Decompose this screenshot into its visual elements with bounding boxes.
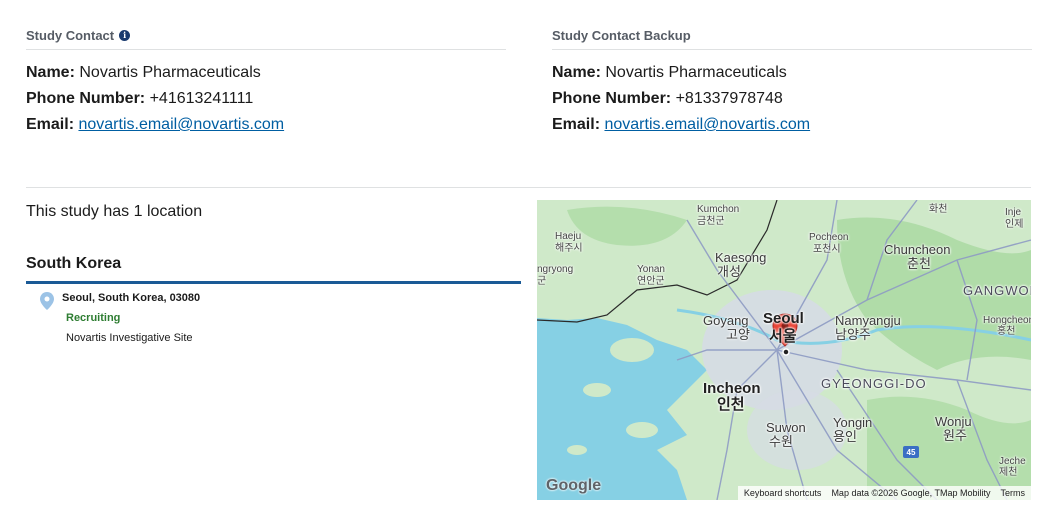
site-name: Novartis Investigative Site <box>66 332 193 344</box>
terms-link[interactable]: Terms <box>1001 488 1026 498</box>
map-label-kaesong: Kaesong <box>715 250 767 265</box>
map-label-incheon-ko: 인천 <box>717 396 745 413</box>
map-label-wonju-ko: 원주 <box>943 428 967 443</box>
name-label: Name: <box>552 64 601 81</box>
map-label-gangwon: GANGWON- <box>963 283 1031 298</box>
map-label-inje-ko: 인제 <box>1005 219 1024 230</box>
keyboard-shortcuts-button[interactable]: Keyboard shortcuts <box>744 488 822 498</box>
study-contact-heading: Study Contact i <box>26 28 506 50</box>
name-label: Name: <box>26 64 75 81</box>
contact-name-row: Name: Novartis Pharmaceuticals <box>26 60 506 86</box>
map-label-kaesong-ko: 개성 <box>717 264 741 279</box>
site-status-badge: Recruiting <box>66 312 121 324</box>
backup-email-row: Email: novartis.email@novartis.com <box>552 112 1032 138</box>
map-label-suwon: Suwon <box>766 420 806 435</box>
route-shield-icon: 45 <box>903 446 919 458</box>
map-label-incheon: Incheon <box>703 380 761 397</box>
map-label-hongcheon-ko: 홍천 <box>997 326 1016 337</box>
map-label-hwacheon-ko: 화천 <box>929 204 948 215</box>
map-label-pocheon-ko: 포천시 <box>813 244 841 255</box>
map-label-chuncheon: Chuncheon <box>884 242 951 257</box>
map-attribution-bar: Keyboard shortcuts Map data ©2026 Google… <box>737 486 1031 500</box>
map-label-gyeonggi: GYEONGGI-DO <box>821 376 927 391</box>
info-icon[interactable]: i <box>119 29 131 41</box>
map-label-seoul-ko: 서울 <box>769 328 797 345</box>
map-label-goyang: Goyang <box>703 313 749 328</box>
map-label-seoul: Seoul <box>763 310 804 327</box>
email-label: Email: <box>552 116 601 133</box>
email-label: Email: <box>26 116 75 133</box>
map-label-wonju: Wonju <box>935 414 972 429</box>
map-label-yongin-ko: 용인 <box>833 429 857 444</box>
contact-phone: +41613241111 <box>149 90 254 107</box>
study-contact-title: Study Contact <box>26 27 115 43</box>
location-map[interactable]: Kumchon 금천군 Haeju 해주시 Kaesong 개성 Pocheon… <box>537 200 1031 500</box>
country-heading: South Korea <box>26 255 521 284</box>
map-label-chuncheon-ko: 춘천 <box>907 256 931 271</box>
map-label-suwon-ko: 수원 <box>769 434 793 449</box>
study-contact-backup-title: Study Contact Backup <box>552 27 691 43</box>
backup-contact-email-link[interactable]: novartis.email@novartis.com <box>604 116 810 133</box>
site-address: Seoul, South Korea, 03080 <box>62 292 201 304</box>
phone-label: Phone Number: <box>26 90 146 107</box>
google-logo[interactable]: Google <box>546 477 601 495</box>
study-contact-backup-section: Study Contact Backup Name: Novartis Phar… <box>552 22 1032 138</box>
contact-email-link[interactable]: novartis.email@novartis.com <box>78 116 284 133</box>
study-contact-section: Study Contact i Name: Novartis Pharmaceu… <box>26 22 506 138</box>
location-count: This study has 1 location <box>26 203 203 220</box>
backup-contact-phone: +81337978748 <box>675 90 783 107</box>
map-label-haeju-ko: 해주시 <box>555 243 583 254</box>
map-label-namyangju: Namyangju <box>835 313 901 328</box>
backup-contact-name: Novartis Pharmaceuticals <box>605 64 787 81</box>
map-label-ongryong-ko: 군 <box>537 276 547 287</box>
location-pin-icon <box>40 292 54 310</box>
map-label-yonan-ko: 연안군 <box>637 276 665 287</box>
contact-phone-row: Phone Number: +41613241111 <box>26 86 506 112</box>
map-label-kumchon-ko: 금천군 <box>697 216 725 227</box>
backup-phone-row: Phone Number: +81337978748 <box>552 86 1032 112</box>
map-label-jeche-ko: 제천 <box>999 467 1018 478</box>
study-contact-backup-heading: Study Contact Backup <box>552 28 1032 50</box>
contact-name: Novartis Pharmaceuticals <box>79 64 261 81</box>
map-label-yongin: Yongin <box>833 415 873 430</box>
map-terrain <box>537 200 1031 500</box>
phone-label: Phone Number: <box>552 90 672 107</box>
contact-email-row: Email: novartis.email@novartis.com <box>26 112 506 138</box>
map-data-attribution: Map data ©2026 Google, TMap Mobility <box>831 488 991 498</box>
section-divider <box>26 187 1031 188</box>
backup-name-row: Name: Novartis Pharmaceuticals <box>552 60 1032 86</box>
map-label-namyangju-ko: 남양주 <box>835 327 871 342</box>
map-label-goyang-ko: 고양 <box>726 327 750 342</box>
